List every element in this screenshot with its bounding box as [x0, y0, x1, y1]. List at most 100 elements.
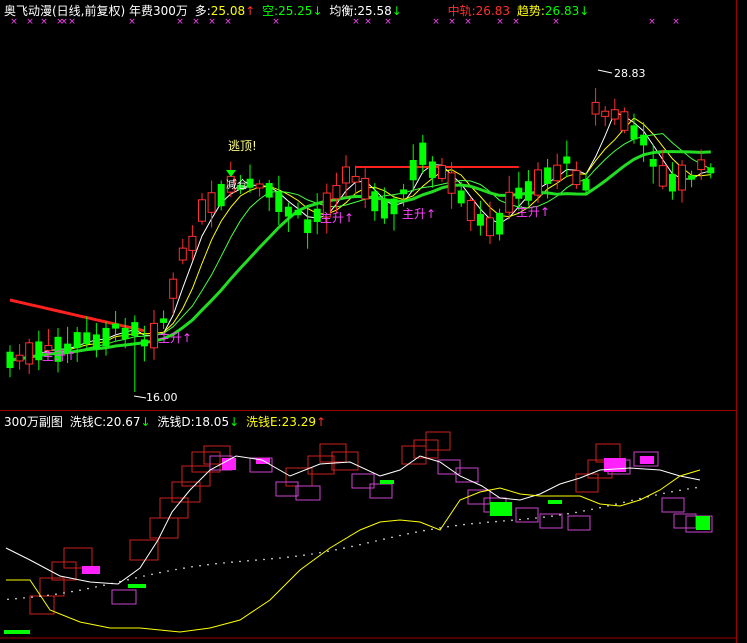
junheng-label: 均衡: [329, 4, 358, 18]
money-d-dot [455, 524, 457, 527]
money-d-dot [159, 571, 161, 574]
filled-signal-block [696, 516, 710, 530]
magenta-box [369, 483, 393, 499]
money-d-dot [15, 597, 17, 600]
filled-signal-block [82, 566, 100, 574]
money-d-dot [279, 557, 281, 559]
sub-indicator-chart[interactable] [0, 0, 737, 643]
magenta-box [111, 589, 137, 605]
red-box [129, 539, 159, 561]
money-d-dot [431, 528, 433, 530]
money-d-dot [55, 593, 57, 595]
money-d-dot [591, 508, 593, 511]
money-d-dot [463, 523, 465, 526]
money-d-dot [335, 549, 337, 551]
red-box [39, 577, 65, 597]
down-arrow-icon: ↓ [229, 415, 240, 429]
money-d-dot [447, 525, 449, 528]
money-d-dot [423, 529, 425, 532]
money-d-dot [663, 492, 665, 495]
qushi-value: 26.83 [544, 4, 580, 18]
junheng-value: 25.58 [357, 4, 392, 18]
magenta-box [437, 459, 461, 475]
money-d-dot [247, 560, 249, 562]
money-d-dot [567, 512, 569, 515]
d-value: 18.05 [194, 415, 230, 429]
magenta-box [295, 485, 321, 501]
money-d-dot [471, 522, 473, 525]
red-box [181, 465, 211, 487]
money-d-dot [23, 597, 25, 599]
up-arrow-icon: ↑ [245, 4, 256, 18]
e-label: 洗钱E: [245, 415, 282, 429]
money-d-dot [599, 506, 601, 509]
zhonggui-label: 中轨: [447, 4, 476, 18]
right-axis-border [736, 0, 737, 643]
kong-label: 空: [262, 4, 279, 18]
money-d-dot [551, 515, 553, 517]
duo-value: 25.08 [210, 4, 246, 18]
main-indicator-header: 奥飞动漫(日线,前复权) 年费300万 多:25.08↑ 空:25.25↓ 均衡… [4, 3, 592, 19]
sub-chart-title: 300万副图 [4, 415, 63, 429]
money-d-dot [295, 555, 297, 557]
sub-indicator-header: 300万副图 洗钱C:20.67↓ 洗钱D:18.05↓ 洗钱E:23.29↑ [4, 414, 329, 430]
red-box [159, 497, 189, 519]
red-box [63, 547, 93, 569]
red-box [575, 473, 599, 493]
red-box [171, 481, 201, 503]
money-d-dot [271, 557, 273, 560]
duo-label: 多: [194, 4, 211, 18]
money-d-dot [511, 519, 513, 521]
money-d-dot [351, 545, 353, 548]
money-d-dot [407, 533, 409, 535]
money-d-dot [39, 595, 41, 597]
money-d-dot [215, 562, 217, 565]
magenta-box [661, 497, 685, 513]
red-box [191, 451, 221, 473]
money-d-dot [207, 563, 209, 566]
money-d-dot [535, 517, 537, 519]
money-d-dot [639, 497, 641, 500]
money-d-dot [111, 582, 113, 585]
money-d-dot [95, 586, 97, 588]
red-box [319, 443, 347, 463]
money-d-dot [575, 511, 577, 514]
chart-title: 奥飞动漫(日线,前复权) 年费300万 [4, 4, 188, 18]
money-d-dot [671, 490, 673, 493]
money-d-dot [655, 494, 657, 496]
filled-signal-block [490, 502, 512, 516]
e-value: 23.29 [281, 415, 316, 429]
money-d-dot [199, 564, 201, 567]
filled-signal-block [380, 480, 394, 484]
money-d-dot [79, 589, 81, 591]
money-d-dot [143, 575, 145, 577]
money-d-dot [103, 584, 105, 586]
money-d-dot [375, 540, 377, 542]
money-d-dot [399, 534, 401, 537]
money-d-dot [367, 542, 369, 544]
money-d-dot [631, 499, 633, 502]
magenta-box [539, 513, 563, 529]
money-d-dot [135, 577, 137, 579]
magenta-box [275, 481, 299, 497]
money-d-dot [583, 510, 585, 512]
pane-divider[interactable] [0, 410, 737, 411]
down-arrow-icon: ↓ [312, 4, 323, 18]
money-d-dot [87, 587, 89, 590]
money-d-dot [327, 550, 329, 553]
money-d-dot [383, 538, 385, 540]
magenta-box [515, 507, 539, 523]
money-e-line [6, 469, 701, 633]
money-d-dot [359, 543, 361, 546]
magenta-box [567, 515, 591, 531]
kong-value: 25.25 [278, 4, 313, 18]
chart-window[interactable]: × × × × × × × × × × × × × × × × × × × × × × × 28.83 16.00 逃顶! 减仓 主升… [0, 0, 747, 643]
money-d-dot [607, 505, 609, 507]
qushi-label: 趋势: [516, 4, 545, 18]
money-d-dot [487, 521, 489, 523]
money-d-dot [127, 578, 129, 581]
money-d-dot [391, 536, 393, 539]
c-label: 洗钱C: [69, 415, 107, 429]
money-d-dot [311, 553, 313, 555]
money-d-dot [151, 573, 153, 576]
